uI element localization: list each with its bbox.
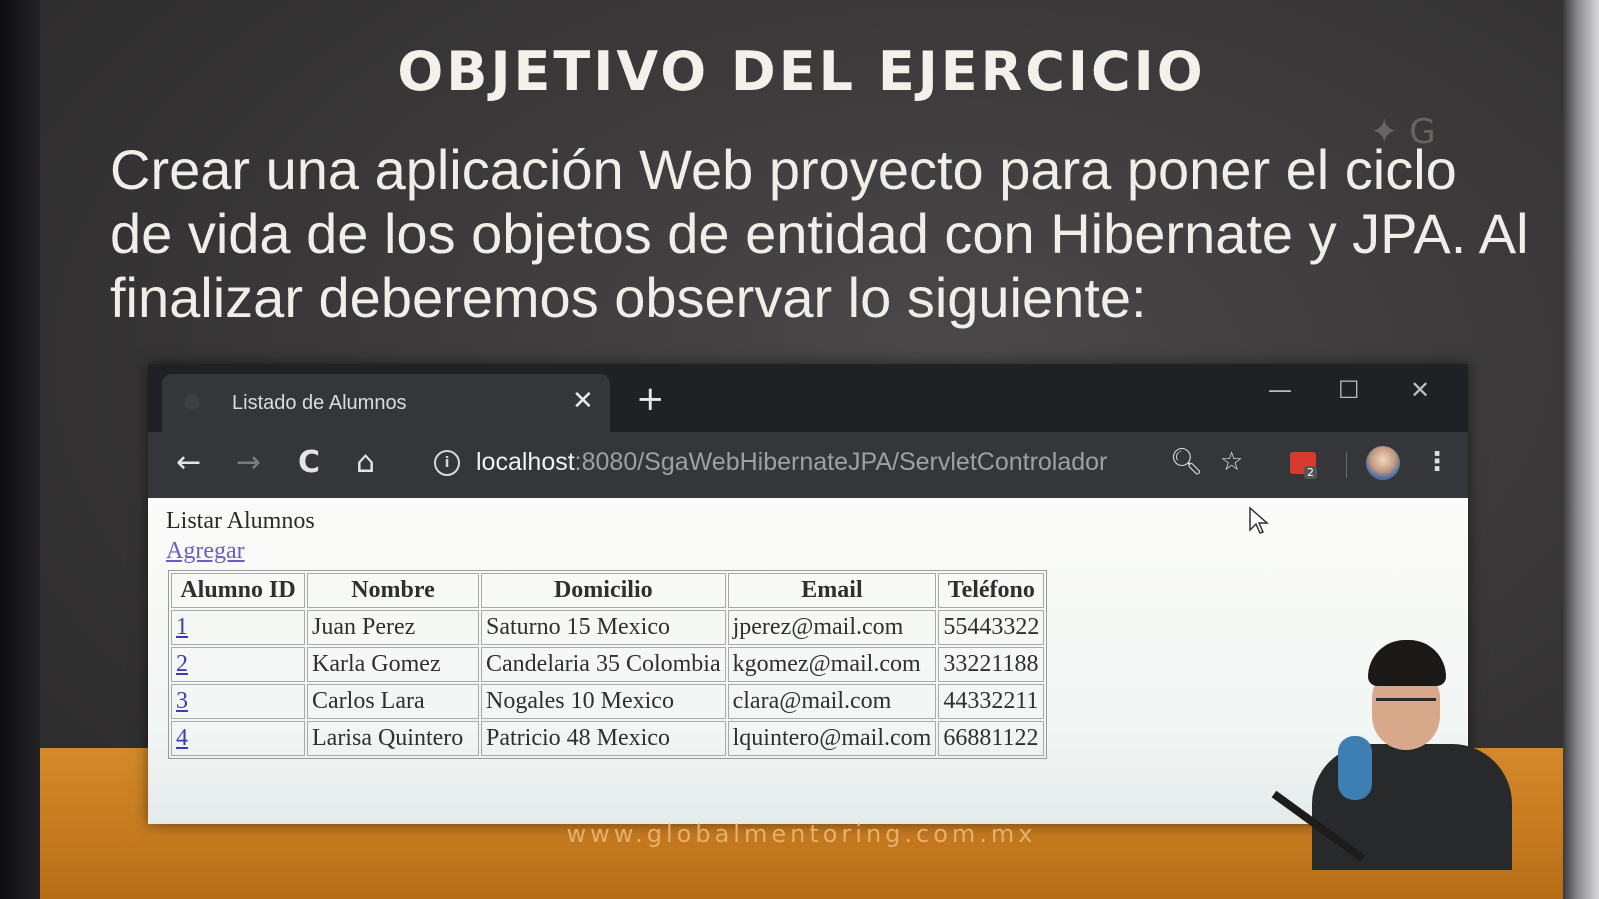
site-info-icon[interactable]: i (434, 450, 460, 476)
cell-nombre: Larisa Quintero (307, 721, 479, 756)
minimize-button[interactable]: — (1268, 376, 1292, 404)
alumno-id-link[interactable]: 2 (176, 651, 188, 677)
tab-title: Listado de Alumnos (232, 392, 407, 414)
home-icon[interactable]: ⌂ (356, 446, 375, 480)
cell-email: clara@mail.com (727, 684, 937, 719)
presenter-webcam (1271, 640, 1512, 870)
table-header-row: Alumno ID Nombre Domicilio Email Teléfon… (171, 573, 1045, 608)
cell-domicilio: Patricio 48 Mexico (481, 721, 726, 756)
slide-description: Crear una aplicación Web proyecto para p… (110, 138, 1529, 329)
page-heading: Listar Alumnos (166, 508, 315, 534)
cell-domicilio: Saturno 15 Mexico (481, 610, 726, 645)
column-header-alumno-id: Alumno ID (171, 573, 305, 608)
tab-close-icon[interactable]: ✕ (572, 386, 594, 416)
cell-domicilio: Nogales 10 Mexico (481, 684, 726, 719)
maximize-button[interactable]: ☐ (1338, 376, 1360, 404)
url-text: localhost:8080/SgaWebHibernateJPA/Servle… (476, 448, 1108, 476)
cell-nombre: Juan Perez (307, 610, 479, 645)
browser-window: Listado de Alumnos ✕ + — ☐ ✕ ← → C ⌂ i l… (148, 364, 1468, 824)
kebab-menu-icon[interactable]: ⋮ (1424, 446, 1450, 478)
cell-telefono: 66881122 (938, 721, 1045, 756)
cell-nombre: Karla Gomez (307, 647, 479, 682)
cell-telefono: 55443322 (938, 610, 1045, 645)
alumno-id-link[interactable]: 1 (176, 614, 188, 640)
students-table: Alumno ID Nombre Domicilio Email Teléfon… (168, 570, 1048, 759)
column-header-domicilio: Domicilio (481, 573, 726, 608)
profile-avatar[interactable] (1366, 446, 1400, 480)
cell-email: lquintero@mail.com (727, 721, 937, 756)
close-window-button[interactable]: ✕ (1410, 376, 1430, 404)
logo-mark-icon: ✦ G (1370, 112, 1436, 152)
toolbar-divider (1346, 452, 1347, 478)
browser-toolbar: ← → C ⌂ i localhost:8080/SgaWebHibernate… (148, 432, 1468, 498)
alumno-id-link[interactable]: 3 (176, 688, 188, 714)
page-content: Listar Alumnos Agregar Alumno ID Nombre … (148, 498, 1468, 824)
table-row: 2 Karla Gomez Candelaria 35 Colombia kgo… (171, 647, 1045, 682)
presentation-slide: OBJETIVO DEL EJERCICIO Crear una aplicac… (40, 0, 1563, 899)
cell-nombre: Carlos Lara (307, 684, 479, 719)
cell-alumno-id: 1 (171, 610, 305, 645)
cell-email: jperez@mail.com (727, 610, 937, 645)
monitor-bezel (1563, 0, 1599, 899)
column-header-email: Email (727, 573, 937, 608)
extension-badge: 2 (1304, 466, 1317, 479)
address-bar[interactable]: i localhost:8080/SgaWebHibernateJPA/Serv… (418, 442, 1178, 486)
zoom-icon[interactable]: 🔍︎ (1170, 446, 1203, 478)
cell-telefono: 44332211 (938, 684, 1045, 719)
cell-email: kgomez@mail.com (727, 647, 937, 682)
presenter-glasses (1376, 698, 1436, 713)
table-row: 1 Juan Perez Saturno 15 Mexico jperez@ma… (171, 610, 1045, 645)
reload-icon[interactable]: C (298, 446, 320, 480)
table-row: 4 Larisa Quintero Patricio 48 Mexico lqu… (171, 721, 1045, 756)
alumno-id-link[interactable]: 4 (176, 725, 188, 751)
presenter-hair (1368, 640, 1446, 686)
back-icon[interactable]: ← (176, 446, 201, 480)
star-icon[interactable]: ☆ (1220, 446, 1243, 478)
cell-alumno-id: 4 (171, 721, 305, 756)
forward-icon[interactable]: → (236, 446, 261, 480)
cell-domicilio: Candelaria 35 Colombia (481, 647, 726, 682)
tab-listado-de-alumnos[interactable]: Listado de Alumnos ✕ (162, 374, 610, 432)
tab-favicon-icon (184, 394, 200, 410)
slide-title: OBJETIVO DEL EJERCICIO (397, 40, 1206, 103)
microphone-icon (1338, 736, 1372, 800)
browser-titlebar: Listado de Alumnos ✕ + — ☐ ✕ (148, 364, 1468, 432)
cell-telefono: 33221188 (938, 647, 1045, 682)
column-header-nombre: Nombre (307, 573, 479, 608)
monitor-bezel (0, 0, 40, 899)
global-mentoring-logo: ✦ G (1340, 112, 1510, 192)
cell-alumno-id: 2 (171, 647, 305, 682)
agregar-link[interactable]: Agregar (166, 538, 245, 565)
table-row: 3 Carlos Lara Nogales 10 Mexico clara@ma… (171, 684, 1045, 719)
extension-icon[interactable]: 2 (1290, 452, 1317, 479)
mouse-cursor-icon (1249, 506, 1269, 534)
cell-alumno-id: 3 (171, 684, 305, 719)
new-tab-button[interactable]: + (636, 382, 665, 416)
column-header-telefono: Teléfono (938, 573, 1045, 608)
